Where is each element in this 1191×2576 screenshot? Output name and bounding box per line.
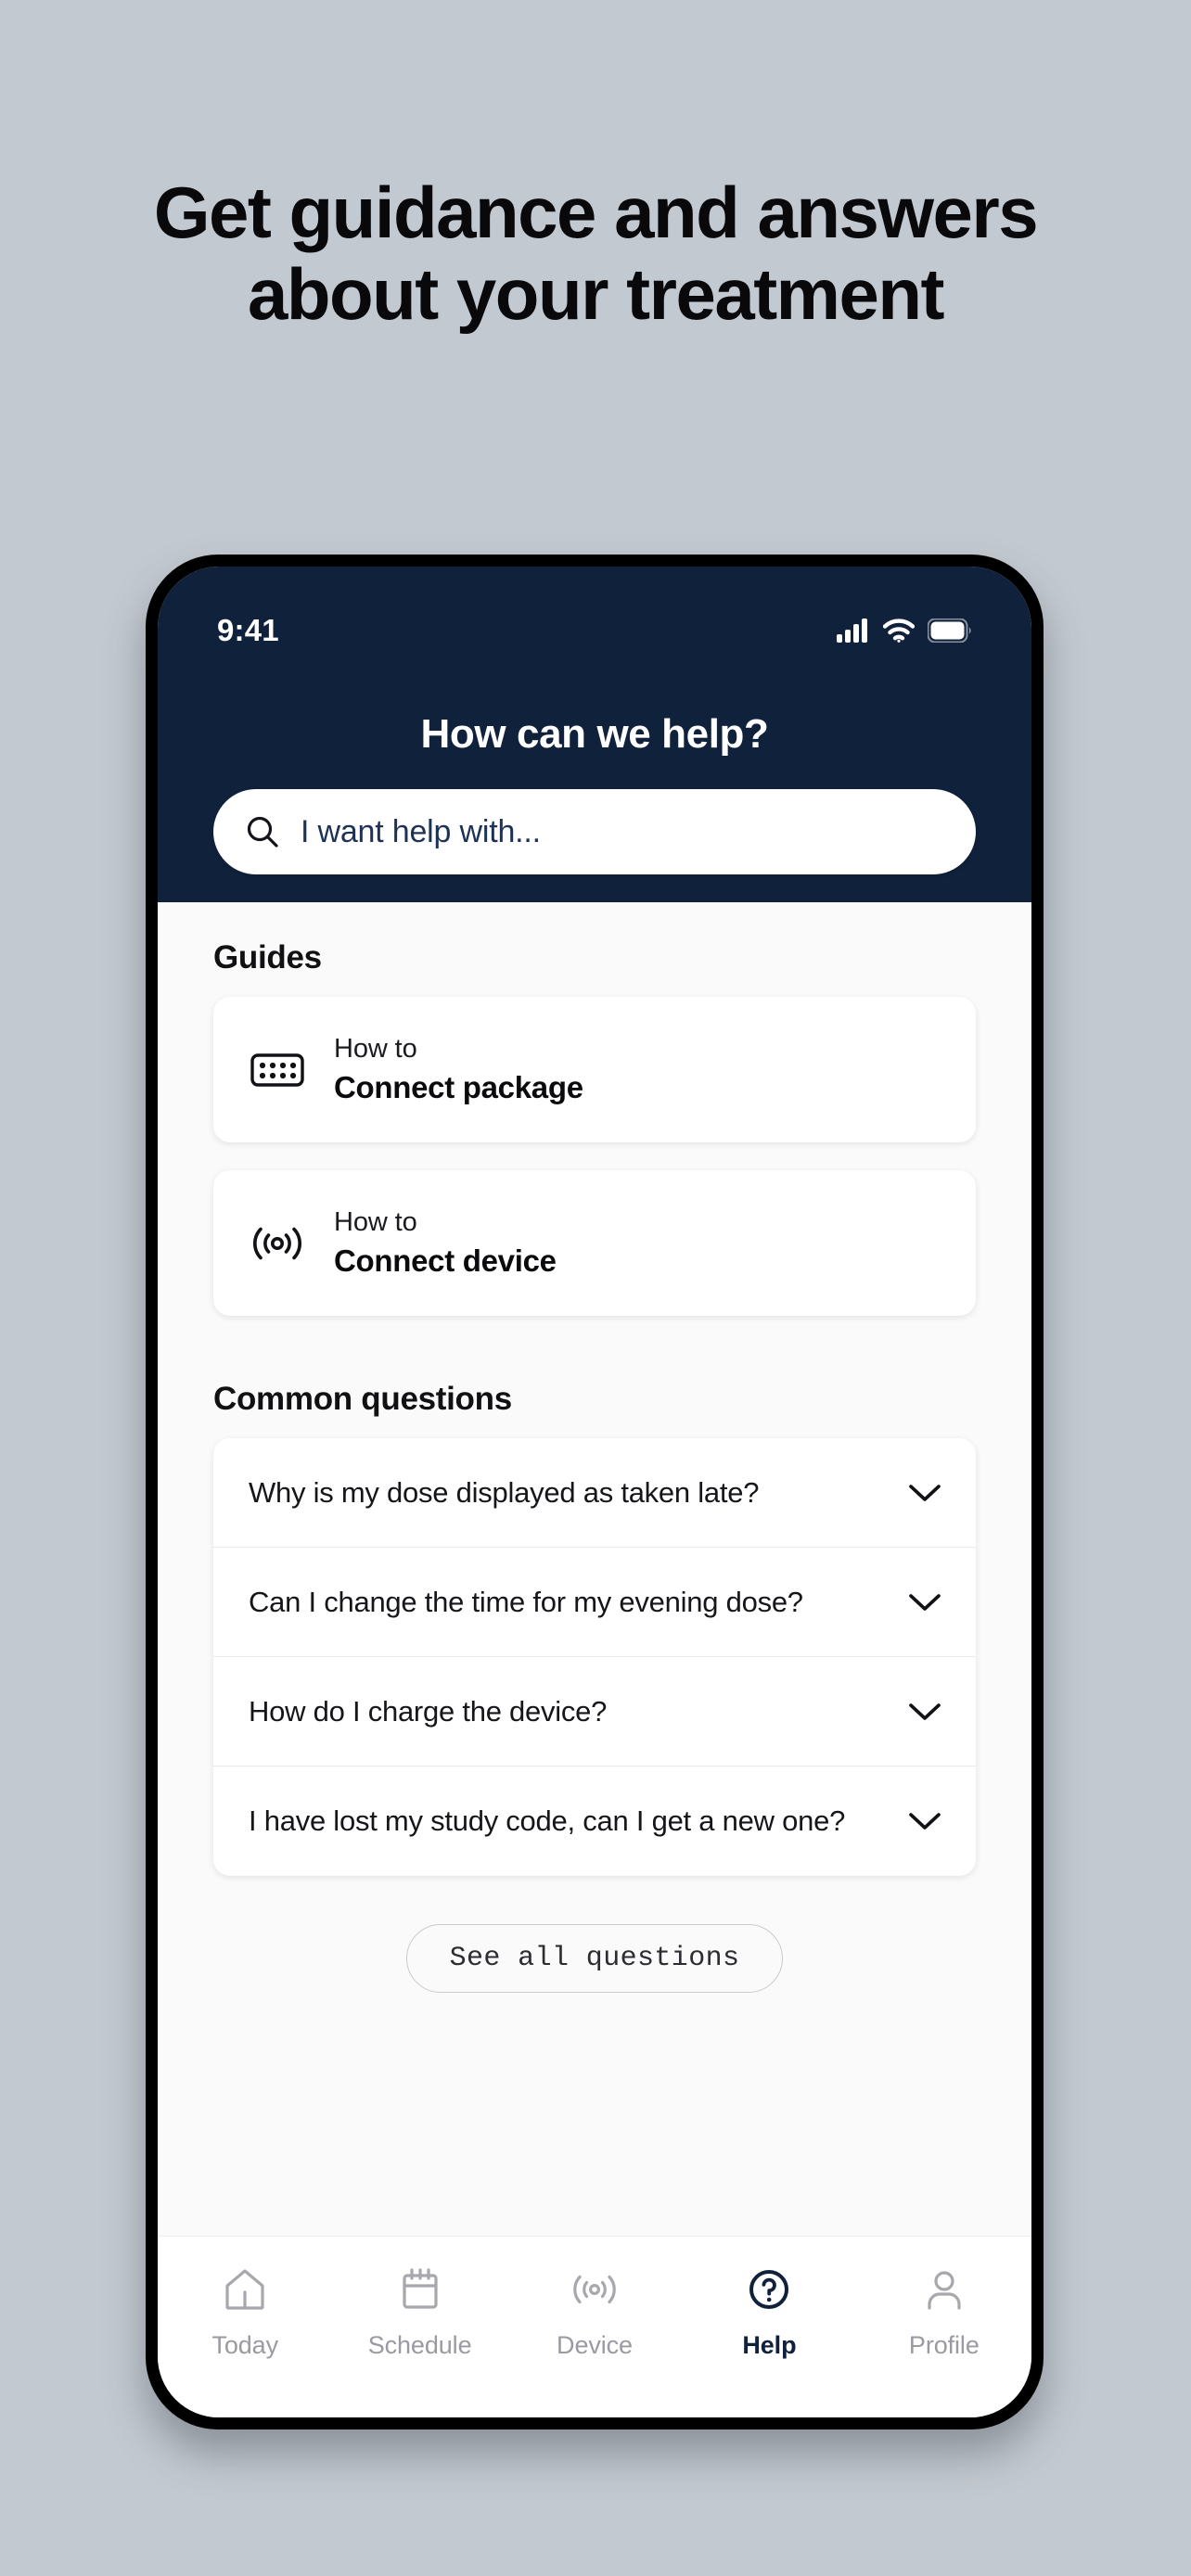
chevron-down-icon[interactable]	[909, 1593, 941, 1612]
tab-label: Profile	[908, 2331, 980, 2359]
see-all-questions-button[interactable]: See all questions	[405, 1924, 784, 1993]
question-circle-icon	[745, 2261, 793, 2318]
see-all-container: See all questions	[158, 1876, 1031, 1993]
wifi-icon	[883, 618, 915, 643]
guide-text: How to Connect package	[334, 1034, 583, 1105]
home-icon	[221, 2261, 269, 2318]
tab-label: Schedule	[367, 2331, 472, 2359]
faq-question: Why is my dose displayed as taken late?	[249, 1475, 760, 1509]
content-area: Guides How to Connect package How to Con…	[158, 902, 1031, 2236]
promo-heading-line-1: Get guidance and answers	[153, 172, 1039, 253]
promo-heading: Get guidance and answers about your trea…	[0, 172, 1191, 335]
phone-screen: 9:41 How can we help? I want help with..…	[158, 567, 1031, 2417]
search-container: I want help with...	[158, 758, 1031, 874]
guides-section-title: Guides	[213, 939, 322, 976]
faq-row[interactable]: Can I change the time for my evening dos…	[213, 1548, 976, 1657]
app-header: 9:41 How can we help? I want help with..…	[158, 567, 1031, 902]
bottom-tab-bar: Today Schedule Device Help Profile	[158, 2236, 1031, 2417]
guide-title: Connect package	[334, 1070, 583, 1104]
blister-pack-icon	[249, 1050, 306, 1090]
phone-mockup: 9:41 How can we help? I want help with..…	[146, 555, 1044, 2429]
search-icon	[245, 814, 280, 849]
faq-section-title: Common questions	[213, 1381, 512, 1417]
person-icon	[920, 2261, 968, 2318]
tab-help[interactable]: Help	[682, 2261, 856, 2360]
faq-row[interactable]: I have lost my study code, can I get a n…	[213, 1766, 976, 1876]
chevron-down-icon[interactable]	[909, 1702, 941, 1721]
guide-kicker: How to	[334, 1207, 417, 1237]
tab-label: Today	[211, 2331, 278, 2359]
faq-question: Can I change the time for my evening dos…	[249, 1585, 803, 1618]
broadcast-signal-icon	[249, 1221, 306, 1266]
promo-heading-line-2: about your treatment	[247, 253, 945, 336]
calendar-icon	[396, 2261, 444, 2318]
guide-kicker: How to	[334, 1034, 417, 1064]
faq-row[interactable]: Why is my dose displayed as taken late?	[213, 1438, 976, 1548]
faq-question: How do I charge the device?	[249, 1694, 608, 1728]
battery-icon	[928, 618, 972, 643]
page-title: How can we help?	[420, 711, 769, 757]
guide-card-connect-device[interactable]: How to Connect device	[213, 1170, 976, 1316]
faq-card: Why is my dose displayed as taken late? …	[213, 1438, 976, 1876]
tab-today[interactable]: Today	[158, 2261, 332, 2360]
chevron-down-icon[interactable]	[909, 1484, 941, 1502]
guide-title: Connect device	[334, 1243, 557, 1278]
faq-question: I have lost my study code, can I get a n…	[249, 1804, 846, 1837]
status-bar-icons	[837, 618, 972, 643]
tab-label: Help	[742, 2331, 797, 2359]
cellular-signal-icon	[837, 618, 870, 643]
broadcast-icon	[570, 2261, 620, 2318]
guide-text: How to Connect device	[334, 1207, 557, 1279]
guide-card-connect-package[interactable]: How to Connect package	[213, 997, 976, 1142]
status-bar: 9:41	[158, 567, 1031, 667]
search-field[interactable]: I want help with...	[213, 789, 976, 874]
chevron-down-icon[interactable]	[909, 1812, 941, 1830]
status-bar-time: 9:41	[217, 613, 279, 647]
search-input-placeholder[interactable]: I want help with...	[301, 814, 541, 850]
tab-label: Device	[557, 2331, 633, 2359]
faq-row[interactable]: How do I charge the device?	[213, 1657, 976, 1766]
tab-profile[interactable]: Profile	[857, 2261, 1031, 2360]
tab-device[interactable]: Device	[507, 2261, 682, 2360]
tab-schedule[interactable]: Schedule	[332, 2261, 506, 2360]
